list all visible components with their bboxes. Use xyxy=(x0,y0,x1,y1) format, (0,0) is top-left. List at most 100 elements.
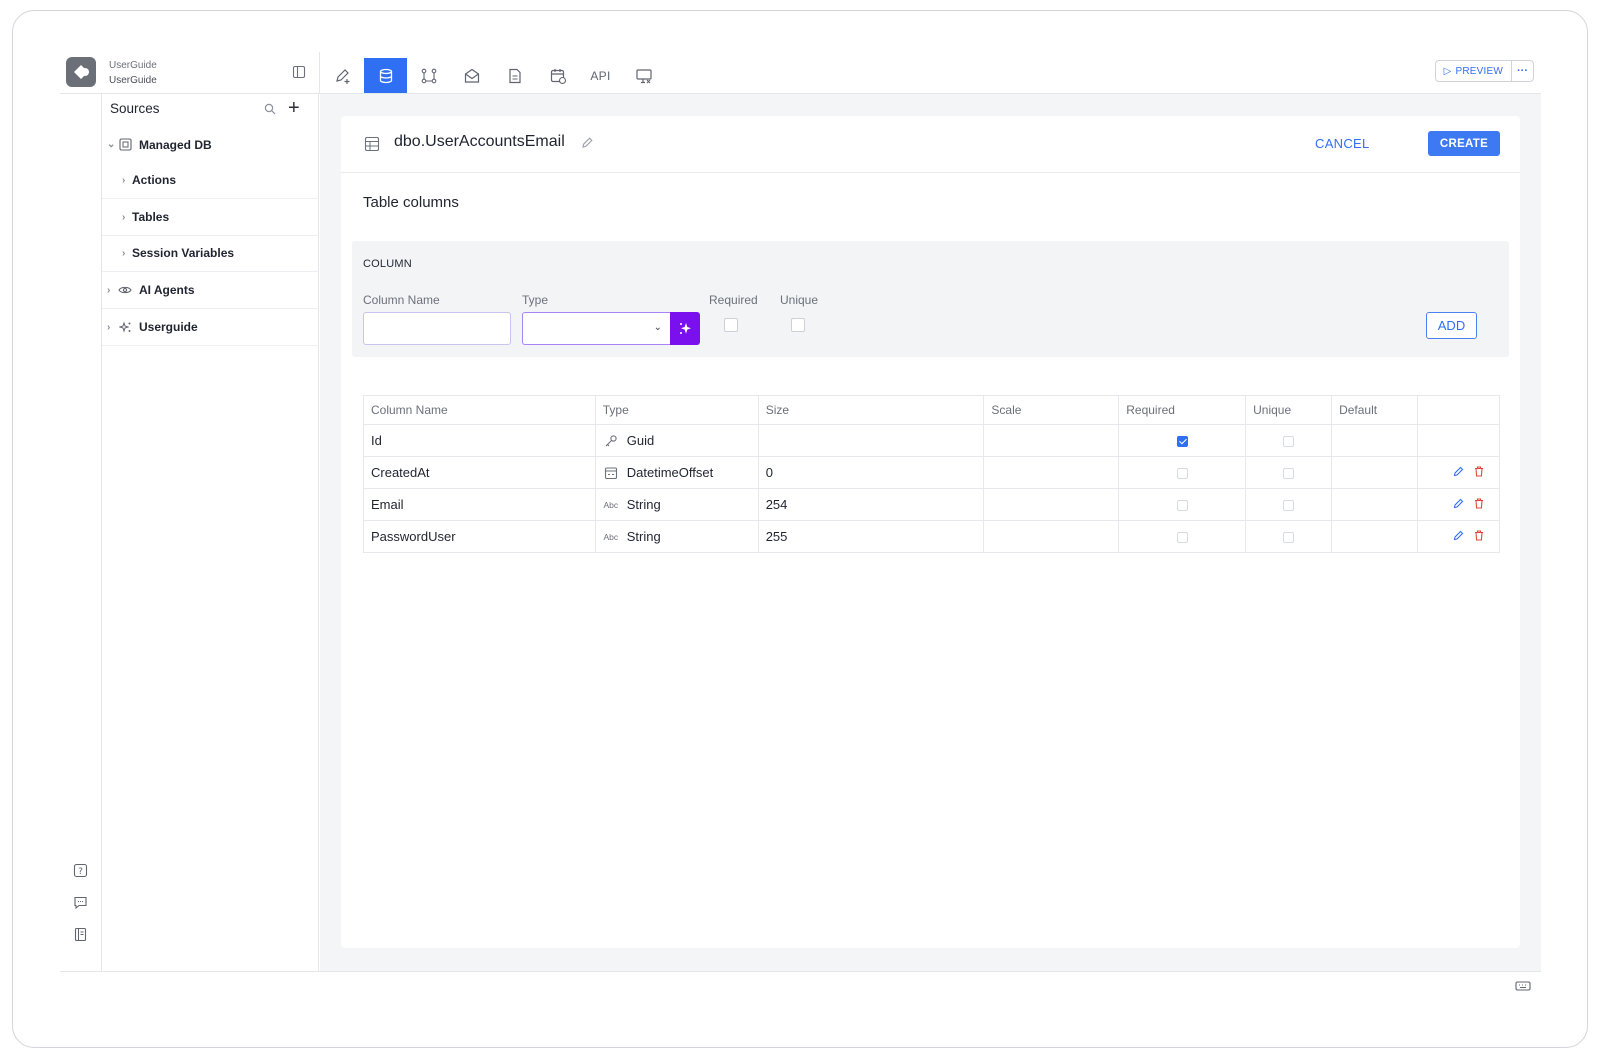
section-title: Table columns xyxy=(363,194,459,211)
cell-column-name: CreatedAt xyxy=(363,456,596,489)
add-source-button[interactable]: + xyxy=(288,98,300,118)
sidebar-item-ai-agents[interactable]: › AI Agents xyxy=(102,272,319,309)
cell-default xyxy=(1331,424,1418,457)
datetime-icon xyxy=(603,466,619,480)
sidebar-title: Sources xyxy=(110,101,160,116)
header-default: Default xyxy=(1331,395,1418,425)
more-options-button[interactable]: ··· xyxy=(1511,61,1533,81)
required-checkbox[interactable] xyxy=(724,318,738,332)
search-icon[interactable] xyxy=(264,103,276,115)
edit-icon[interactable] xyxy=(1453,529,1464,544)
delete-icon[interactable] xyxy=(1474,465,1484,480)
document-tool-button[interactable] xyxy=(493,58,536,93)
cell-unique xyxy=(1245,488,1333,521)
cell-required xyxy=(1118,456,1247,489)
unique-checkbox[interactable] xyxy=(1283,468,1295,480)
play-icon: ▷ xyxy=(1443,65,1452,77)
cell-type: Guid xyxy=(594,424,759,457)
delete-icon[interactable] xyxy=(1474,529,1484,544)
cell-type: Abc String xyxy=(594,488,759,521)
edit-icon[interactable] xyxy=(1453,497,1464,512)
cancel-button[interactable]: CANCEL xyxy=(1305,131,1380,156)
unique-checkbox[interactable] xyxy=(1283,532,1295,544)
type-label: String xyxy=(626,497,661,512)
docs-book-icon[interactable] xyxy=(73,927,88,942)
cell-column-name: Id xyxy=(363,424,596,457)
text-type-icon: Abc xyxy=(603,531,619,542)
table-row[interactable]: Email Abc String 254 xyxy=(363,488,1500,521)
sidebar-item-label: Actions xyxy=(132,173,177,187)
project-line-1: UserGuide xyxy=(109,60,157,71)
cell-required xyxy=(1118,488,1247,521)
add-column-form: COLUMN Column Name Type Required Unique … xyxy=(352,241,1509,357)
table-editor-card: dbo.UserAccountsEmail CANCEL CREATE Tabl… xyxy=(341,116,1520,948)
cell-actions xyxy=(1417,456,1500,489)
logo-icon xyxy=(74,65,89,79)
preview-button[interactable]: ▷ PREVIEW xyxy=(1436,61,1511,81)
cell-actions xyxy=(1417,488,1500,521)
key-icon xyxy=(603,434,619,448)
app-logo[interactable] xyxy=(66,57,96,87)
edit-icon[interactable] xyxy=(1453,465,1464,480)
cell-type: Abc String xyxy=(594,520,759,553)
sidebar-item-session-variables[interactable]: › Session Variables xyxy=(102,235,319,272)
type-select[interactable]: ⌄ xyxy=(522,312,670,345)
sidebar-item-label: Tables xyxy=(132,210,170,224)
unique-checkbox[interactable] xyxy=(1283,500,1295,512)
sources-sidebar: Sources + ⌄ Managed DB › Actions › Table… xyxy=(102,94,319,971)
cell-size xyxy=(757,424,985,457)
cell-column-name: PasswordUser xyxy=(363,520,596,553)
table-row[interactable]: CreatedAt DatetimeOffset 0 xyxy=(363,456,1500,489)
mail-tool-button[interactable] xyxy=(450,58,493,93)
add-column-button[interactable]: ADD xyxy=(1426,312,1477,339)
unique-checkbox[interactable] xyxy=(1283,436,1295,448)
delete-icon[interactable] xyxy=(1474,497,1484,512)
help-icon[interactable]: ? xyxy=(73,863,88,878)
database-tool-button[interactable] xyxy=(364,58,407,93)
sidebar-item-label: Session Variables xyxy=(132,246,235,260)
footer-divider xyxy=(60,971,1541,972)
type-label: String xyxy=(626,529,661,544)
sidebar-item-label: AI Agents xyxy=(139,283,195,297)
cell-size: 255 xyxy=(757,520,985,553)
sidebar-item-actions[interactable]: › Actions xyxy=(102,162,319,199)
edit-name-icon[interactable] xyxy=(581,136,594,149)
sidebar-item-managed-db[interactable]: ⌄ Managed DB xyxy=(102,126,319,163)
feedback-icon[interactable] xyxy=(73,895,88,910)
project-name[interactable]: UserGuide UserGuide xyxy=(109,58,157,88)
sidebar-item-tables[interactable]: › Tables xyxy=(102,199,319,236)
edit-tool-button[interactable] xyxy=(321,58,364,93)
table-icon xyxy=(364,136,380,152)
table-body: Id Guid CreatedAt DatetimeOffset 0 Email Abc St… xyxy=(363,424,1500,553)
cell-default xyxy=(1331,488,1418,521)
unique-checkbox[interactable] xyxy=(791,318,805,332)
workflow-tool-button[interactable] xyxy=(407,58,450,93)
cell-default xyxy=(1331,520,1418,553)
table-row[interactable]: PasswordUser Abc String 255 xyxy=(363,520,1500,553)
keyboard-icon[interactable] xyxy=(1515,980,1531,992)
left-rail: ? xyxy=(60,94,102,971)
ai-suggest-button[interactable] xyxy=(670,312,700,345)
chevron-right-icon: › xyxy=(107,284,111,296)
create-button[interactable]: CREATE xyxy=(1428,131,1500,156)
sidebar-item-userguide[interactable]: › Userguide xyxy=(102,309,319,346)
api-tool-button[interactable]: API xyxy=(579,58,622,93)
project-line-2: UserGuide xyxy=(109,75,157,86)
table-row[interactable]: Id Guid xyxy=(363,424,1500,457)
required-checkbox[interactable] xyxy=(1176,468,1188,480)
screen-tool-button[interactable] xyxy=(622,58,665,93)
column-name-input[interactable] xyxy=(363,312,511,345)
app-header: UserGuide UserGuide API ▷ PREVIEW ··· xyxy=(60,52,1541,94)
column-name-label: Column Name xyxy=(363,293,440,307)
required-checkbox[interactable] xyxy=(1176,532,1188,544)
preview-group: ▷ PREVIEW ··· xyxy=(1434,60,1534,82)
sidebar-toggle-icon[interactable] xyxy=(291,64,307,80)
required-checkbox[interactable] xyxy=(1176,436,1188,448)
cell-scale xyxy=(983,520,1120,553)
cell-required xyxy=(1118,424,1247,457)
pen-plus-icon xyxy=(335,68,349,84)
editor-header: dbo.UserAccountsEmail CANCEL CREATE xyxy=(341,116,1520,173)
type-label: Guid xyxy=(626,433,655,448)
required-checkbox[interactable] xyxy=(1176,500,1188,512)
calendar-tool-button[interactable] xyxy=(536,58,579,93)
